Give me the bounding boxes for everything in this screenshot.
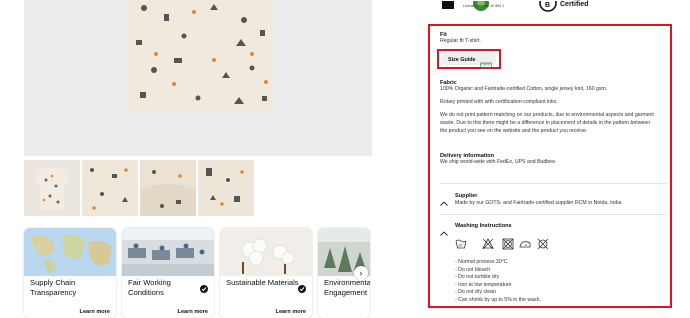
washing-instructions-label[interactable]: Washing Instructions	[455, 223, 512, 229]
learn-more-link[interactable]: Learn more	[276, 309, 306, 315]
thumbnail-detail-2[interactable]	[140, 160, 196, 216]
chevron-up-icon[interactable]	[440, 193, 448, 206]
cotton-image	[220, 228, 312, 276]
svg-text:B: B	[545, 2, 550, 9]
chevron-up-icon[interactable]	[440, 223, 448, 236]
carousel-next-button[interactable]: ›	[354, 266, 368, 280]
learn-more-link[interactable]: Learn more	[80, 309, 110, 315]
placement-text-2: waste. Due to this there might be a diff…	[440, 120, 651, 126]
chevron-right-icon: ›	[359, 268, 363, 278]
divider	[440, 183, 668, 184]
thumbnail-front[interactable]	[24, 160, 80, 216]
no-bleach-icon	[482, 237, 494, 250]
factory-workers-image	[122, 228, 214, 276]
iron-low-icon	[519, 237, 531, 249]
learn-more-link[interactable]: Learn more	[178, 309, 208, 315]
supplier-label[interactable]: Supplier	[455, 193, 477, 199]
supplier-text: Made by our GOTS- and Fairtrade-certifie…	[455, 200, 622, 206]
svg-text:30: 30	[458, 244, 462, 248]
ruler-icon	[480, 56, 492, 69]
fabric-text: 100% Organic and Fairtrade-certified Cot…	[440, 86, 608, 92]
size-guide-inner: Size Guide	[442, 53, 496, 69]
size-guide-button[interactable]: Size Guide	[437, 49, 501, 69]
wash-30-icon: 30	[455, 237, 467, 249]
care-instruction: - Iron at low temperature	[455, 281, 512, 288]
card-title: Supply Chain Transparency	[30, 278, 77, 297]
certification-logo-1	[440, 0, 456, 12]
impact-card-sustainable-materials[interactable]: Sustainable Materials Learn more	[220, 228, 312, 318]
bcorp-logo: B Certified	[538, 0, 598, 12]
thumbnail-detail-1[interactable]	[82, 160, 138, 216]
placement-text-1: We do not print pattern matching on our …	[440, 112, 654, 118]
care-instruction: - Do not bleach	[455, 266, 491, 273]
size-guide-label: Size Guide	[448, 57, 476, 63]
bcorp-certified-label: Certified	[560, 1, 589, 8]
no-dry-clean-icon	[537, 237, 549, 250]
thumbnail-detail-3[interactable]	[198, 160, 254, 216]
card-title: Fair Working Conditions	[128, 278, 208, 298]
print-text: Rotary printed with with certification-c…	[440, 99, 558, 105]
impact-card-supply-chain[interactable]: Supply Chain Transparency Learn more	[24, 228, 116, 318]
fit-text: Regular fit T-shirt.	[440, 38, 481, 44]
delivery-text: We ship world-wide with FedEx, UPS and B…	[440, 159, 557, 165]
card-title: Sustainable Materials	[226, 278, 299, 287]
no-tumble-dry-icon	[502, 237, 514, 250]
care-instruction: - Normal process 30°C	[455, 259, 508, 265]
check-badge-icon	[200, 280, 208, 293]
license-number: License Number 10 594 1	[463, 4, 505, 8]
care-instruction: - Do not dry clean	[455, 289, 496, 295]
divider	[440, 214, 668, 215]
card-title: Environmental Engagement	[324, 278, 370, 297]
card-title-text: Fair Working Conditions	[128, 278, 171, 297]
impact-card-fair-working[interactable]: Fair Working Conditions Learn more	[122, 228, 214, 318]
placement-text-3: the product you see on the website and t…	[440, 128, 588, 134]
world-map-image	[24, 228, 116, 276]
care-instruction: - Can shrink by up to 5% in the wash.	[455, 296, 541, 303]
care-instruction: - Do not tumble dry	[455, 274, 500, 280]
check-badge-icon	[298, 280, 306, 293]
product-main-image[interactable]	[24, 0, 372, 156]
